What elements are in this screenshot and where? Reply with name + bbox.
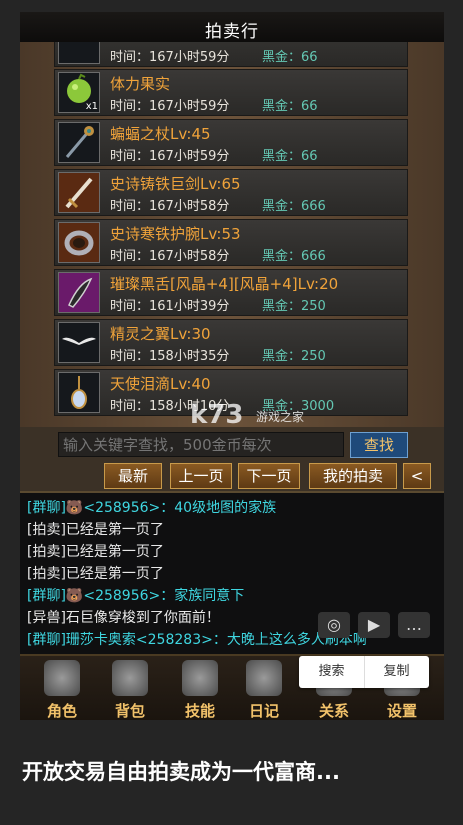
item-name: 蝙蝠之杖Lv:45 xyxy=(110,125,211,143)
item-price: 黑金：250 xyxy=(262,349,326,364)
nav-item-skill[interactable]: 技能 xyxy=(170,656,230,720)
item-time: 时间：167小时58分 xyxy=(110,249,230,264)
item-name: 体力果实 xyxy=(110,75,171,93)
page-title: 拍卖行 xyxy=(205,22,259,42)
bag-icon xyxy=(112,660,148,696)
watermark-logo: k73 xyxy=(190,400,244,430)
sword-icon xyxy=(58,172,100,213)
chat-line: [拍卖]已经是第一页了 xyxy=(27,566,164,582)
pendant-icon xyxy=(58,372,100,413)
item-name: 天使泪滴Lv:40 xyxy=(110,375,211,393)
game-window: 拍卖行 时间：167小时59分 黑金：66 x1 体力果实 时间：167小时59… xyxy=(20,12,444,720)
auction-list[interactable]: 时间：167小时59分 黑金：66 x1 体力果实 时间：167小时59分 黑金… xyxy=(20,42,444,427)
item-price: 黑金：66 xyxy=(262,99,318,114)
popup-copy-button[interactable]: 复制 xyxy=(364,656,429,688)
blade-icon xyxy=(58,272,100,313)
nav-label: 设置 xyxy=(386,702,417,720)
chat-line: [拍卖]已经是第一页了 xyxy=(27,544,164,560)
scroll-icon xyxy=(246,660,282,696)
nav-label: 关系 xyxy=(318,702,349,720)
item-price: 黑金：66 xyxy=(262,149,318,164)
item-time: 时间：167小时58分 xyxy=(110,199,230,214)
promo-caption: 开放交易自由拍卖成为一代富商... xyxy=(22,760,340,784)
nav-label: 日记 xyxy=(248,702,279,720)
auction-item[interactable]: 史诗寒铁护腕Lv:53 时间：167小时58分 黑金：666 xyxy=(54,219,408,266)
search-button[interactable]: 查找 xyxy=(350,432,408,458)
item-time: 时间：158小时35分 xyxy=(110,349,230,364)
item-name: 精灵之翼Lv:30 xyxy=(110,325,211,343)
chat-line: [群聊]🐻<258956>：40级地图的家族 xyxy=(27,500,277,516)
watermark-text: 游戏之家 xyxy=(256,410,305,424)
play-icon[interactable]: ▶ xyxy=(358,612,390,638)
title-bar: 拍卖行 xyxy=(20,12,444,44)
my-auctions-button[interactable]: 我的拍卖 xyxy=(309,463,397,489)
item-name: 史诗寒铁护腕Lv:53 xyxy=(110,225,241,243)
auction-item[interactable]: x1 体力果实 时间：167小时59分 黑金：66 xyxy=(54,69,408,116)
skill-icon xyxy=(182,660,218,696)
green-fruit-icon: x1 xyxy=(58,72,100,113)
chat-line: [异兽]石巨像穿梭到了你面前！ xyxy=(27,610,220,626)
item-price: 黑金：666 xyxy=(262,199,326,214)
prev-page-button[interactable]: 上一页 xyxy=(170,463,232,489)
newest-button[interactable]: 最新 xyxy=(104,463,162,489)
item-time: 时间：161小时39分 xyxy=(110,299,230,314)
chat-bubble-icon[interactable]: … xyxy=(398,612,430,638)
item-time: 时间：167小时59分 xyxy=(110,99,230,114)
chat-line: [群聊]珊莎卡奥索<258283>：大晚上这么多人刷本啊 xyxy=(27,632,367,648)
nav-item-bag[interactable]: 背包 xyxy=(100,656,160,720)
wings-icon xyxy=(58,322,100,363)
auction-item[interactable]: 史诗铸铁巨剑Lv:65 时间：167小时58分 黑金：666 xyxy=(54,169,408,216)
nav-item-diary[interactable]: 日记 xyxy=(234,656,294,720)
nav-label: 技能 xyxy=(184,702,215,720)
pagination-bar: 最新 上一页 下一页 我的拍卖 < xyxy=(20,461,444,491)
nav-label: 角色 xyxy=(46,702,77,720)
nav-item-role[interactable]: 角色 xyxy=(32,656,92,720)
item-name: 璀璨黑舌[风晶+4][风晶+4]Lv:20 xyxy=(110,275,339,293)
search-row: 查找 xyxy=(20,427,444,461)
item-quantity: x1 xyxy=(85,101,98,112)
collapse-button[interactable]: < xyxy=(403,463,431,489)
search-input[interactable] xyxy=(58,432,344,457)
chat-line: [拍卖]已经是第一页了 xyxy=(27,522,164,538)
auction-item[interactable]: 蝙蝠之杖Lv:45 时间：167小时59分 黑金：66 xyxy=(54,119,408,166)
auction-item-partial[interactable]: 时间：167小时59分 黑金：66 xyxy=(54,42,408,67)
bracer-icon xyxy=(58,222,100,263)
item-price: 黑金：666 xyxy=(262,249,326,264)
item-name: 史诗铸铁巨剑Lv:65 xyxy=(110,175,241,193)
item-time: 时间：167小时59分 xyxy=(110,50,230,65)
item-price: 黑金：250 xyxy=(262,299,326,314)
auction-item[interactable]: 璀璨黑舌[风晶+4][风晶+4]Lv:20 时间：161小时39分 黑金：250 xyxy=(54,269,408,316)
compass-icon[interactable]: ◎ xyxy=(318,612,350,638)
item-time: 时间：167小时59分 xyxy=(110,149,230,164)
chat-line: [群聊]🐻<258956>：家族同意下 xyxy=(27,588,245,604)
item-price: 黑金：66 xyxy=(262,50,318,65)
context-popup: 搜索 复制 xyxy=(299,656,429,688)
helmet-icon xyxy=(44,660,80,696)
item-icon xyxy=(58,42,100,64)
staff-icon xyxy=(58,122,100,163)
auction-item[interactable]: 精灵之翼Lv:30 时间：158小时35分 黑金：250 xyxy=(54,319,408,366)
nav-label: 背包 xyxy=(114,702,145,720)
popup-search-button[interactable]: 搜索 xyxy=(299,656,365,688)
next-page-button[interactable]: 下一页 xyxy=(238,463,300,489)
